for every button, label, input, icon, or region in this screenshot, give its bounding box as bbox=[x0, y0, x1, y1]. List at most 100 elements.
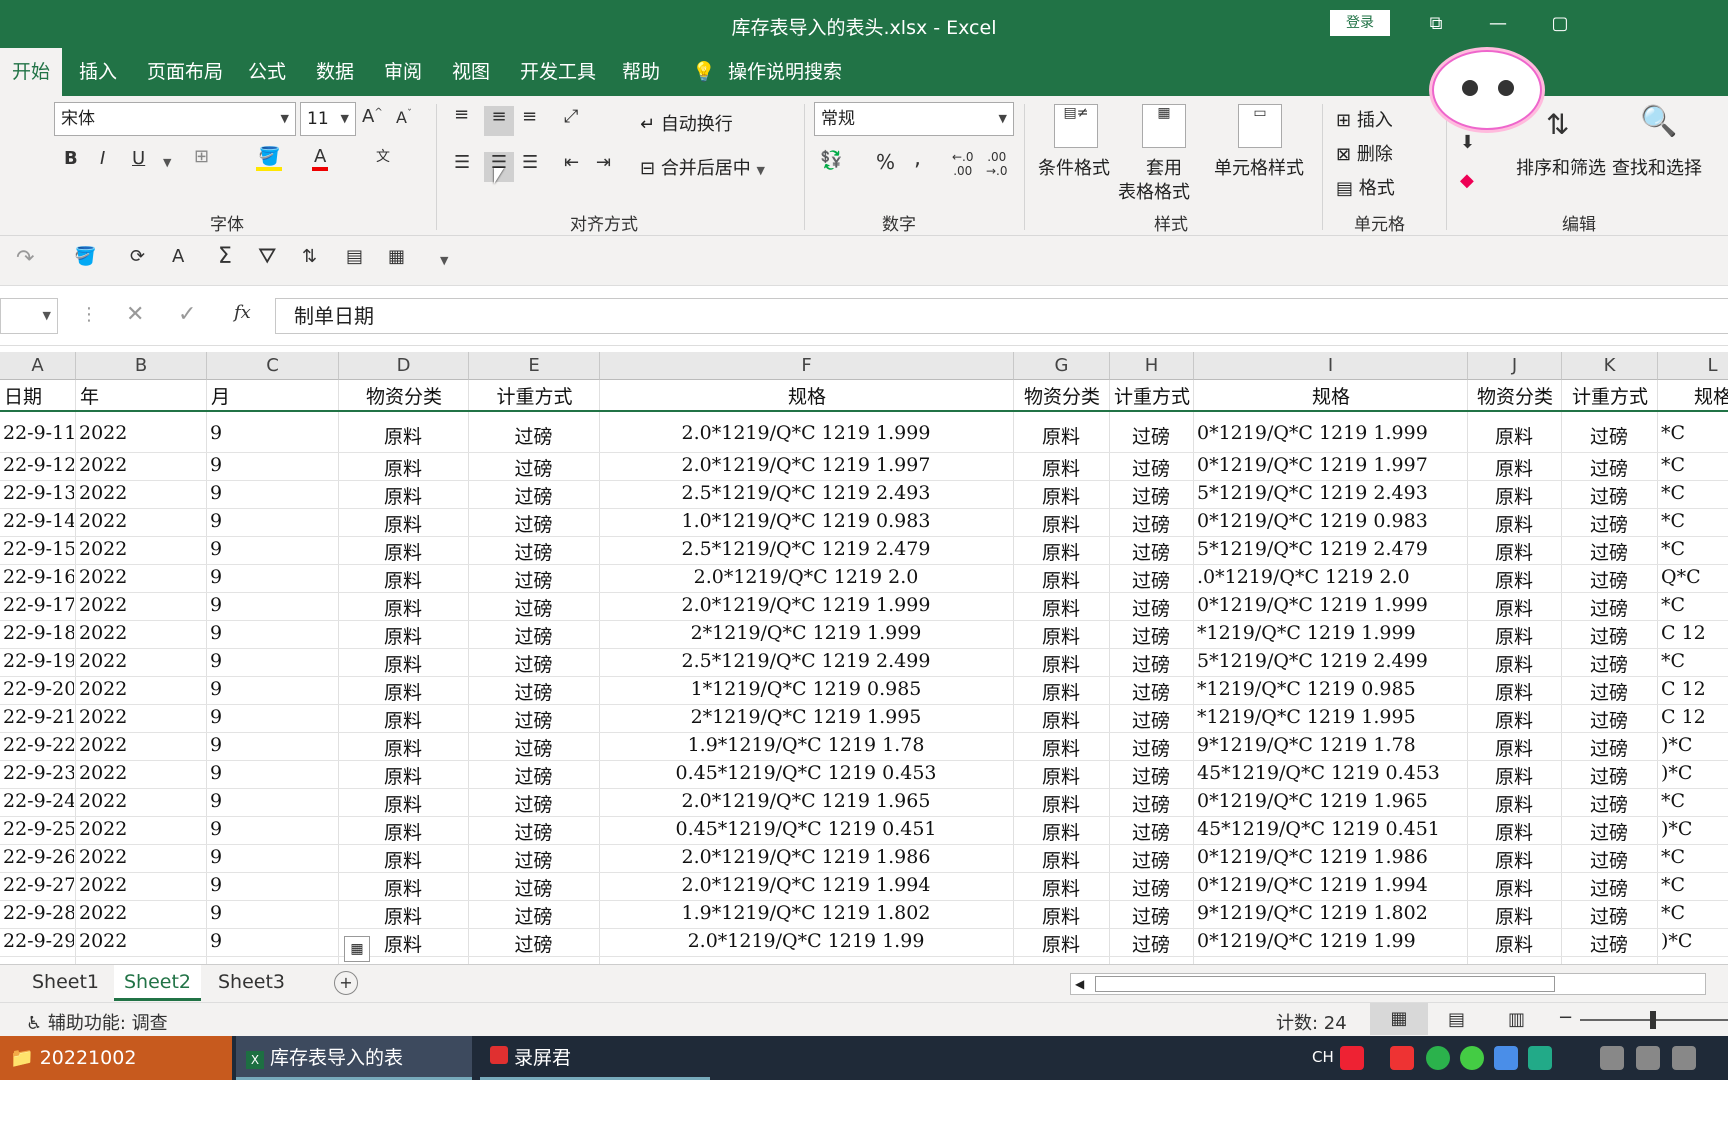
currency-icon[interactable]: 💱 bbox=[820, 150, 842, 171]
filter-icon[interactable]: ⛛ bbox=[258, 244, 276, 269]
cell-b-8[interactable]: 2022 bbox=[76, 622, 205, 646]
cell-k-8[interactable]: 过磅 bbox=[1562, 622, 1656, 646]
cell-a-10[interactable]: 22-9-20 bbox=[0, 678, 74, 702]
cell-k-7[interactable]: 过磅 bbox=[1562, 594, 1656, 618]
find-select-icon[interactable]: 🔍 bbox=[1640, 104, 1677, 139]
minimize-icon[interactable]: — bbox=[1478, 10, 1518, 38]
cell-a-19[interactable]: 22-9-29 bbox=[0, 930, 74, 954]
cell-g-2[interactable]: 原料 bbox=[1014, 454, 1108, 478]
sheet-tab-3[interactable]: Sheet3 bbox=[208, 965, 295, 1001]
cell-h-19[interactable]: 过磅 bbox=[1110, 930, 1192, 954]
cell-j-3[interactable]: 原料 bbox=[1468, 482, 1560, 506]
cell-i-14[interactable]: 0*1219/Q*C 1219 1.965 bbox=[1194, 790, 1466, 814]
insert-function-icon[interactable]: fx bbox=[234, 302, 251, 323]
column-header-j[interactable]: J bbox=[1468, 352, 1562, 380]
cell-k-18[interactable]: 过磅 bbox=[1562, 902, 1656, 926]
cell-d-9[interactable]: 原料 bbox=[339, 650, 467, 674]
tab-home[interactable]: 开始 bbox=[0, 48, 63, 96]
cell-i-18[interactable]: 9*1219/Q*C 1219 1.802 bbox=[1194, 902, 1466, 926]
cell-j-19[interactable]: 原料 bbox=[1468, 930, 1560, 954]
cell-i-15[interactable]: 45*1219/Q*C 1219 0.451 bbox=[1194, 818, 1466, 842]
cell-k-2[interactable]: 过磅 bbox=[1562, 454, 1656, 478]
sogou-icon[interactable] bbox=[1340, 1046, 1364, 1070]
cell-e-10[interactable]: 过磅 bbox=[469, 678, 598, 702]
cell-l-9[interactable]: *C bbox=[1658, 650, 1728, 674]
cell-g-10[interactable]: 原料 bbox=[1014, 678, 1108, 702]
cell-l-14[interactable]: *C bbox=[1658, 790, 1728, 814]
cell-l-18[interactable]: *C bbox=[1658, 902, 1728, 926]
cell-b-14[interactable]: 2022 bbox=[76, 790, 205, 814]
column-header-e[interactable]: E bbox=[469, 352, 600, 380]
column-header-a[interactable]: A bbox=[0, 352, 76, 380]
normal-view-icon[interactable]: ▦ bbox=[1370, 1003, 1428, 1035]
header-cell-b[interactable]: 年 bbox=[76, 382, 207, 408]
cell-e-7[interactable]: 过磅 bbox=[469, 594, 598, 618]
cell-b-3[interactable]: 2022 bbox=[76, 482, 205, 506]
cell-d-16[interactable]: 原料 bbox=[339, 846, 467, 870]
decrease-font-icon[interactable]: Aˇ bbox=[396, 108, 412, 127]
cell-h-14[interactable]: 过磅 bbox=[1110, 790, 1192, 814]
cell-b-7[interactable]: 2022 bbox=[76, 594, 205, 618]
cell-c-12[interactable]: 9 bbox=[207, 734, 337, 758]
cell-c-19[interactable]: 9 bbox=[207, 930, 337, 954]
cell-l-5[interactable]: *C bbox=[1658, 538, 1728, 562]
cell-f-7[interactable]: 2.0*1219/Q*C 1219 1.999 bbox=[600, 594, 1012, 618]
increase-decimal-icon[interactable]: ←.0.00 bbox=[952, 150, 974, 178]
cell-j-12[interactable]: 原料 bbox=[1468, 734, 1560, 758]
cell-a-6[interactable]: 22-9-16 bbox=[0, 566, 74, 590]
decrease-indent-icon[interactable]: ⇤ bbox=[564, 152, 579, 173]
number-format-select[interactable]: 常规 ▼ bbox=[814, 102, 1014, 136]
column-header-b[interactable]: B bbox=[76, 352, 207, 380]
cell-f-12[interactable]: 1.9*1219/Q*C 1219 1.78 bbox=[600, 734, 1012, 758]
align-middle-icon[interactable]: ≡ bbox=[484, 106, 514, 136]
cell-l-6[interactable]: Q*C bbox=[1658, 566, 1728, 590]
header-cell-h[interactable]: 计重方式 bbox=[1110, 382, 1194, 408]
cell-a-14[interactable]: 22-9-24 bbox=[0, 790, 74, 814]
cell-e-13[interactable]: 过磅 bbox=[469, 762, 598, 786]
redo-icon[interactable]: ↷ bbox=[16, 246, 34, 271]
cell-e-16[interactable]: 过磅 bbox=[469, 846, 598, 870]
cell-c-1[interactable]: 9 bbox=[207, 422, 337, 446]
cell-c-5[interactable]: 9 bbox=[207, 538, 337, 562]
cell-k-15[interactable]: 过磅 bbox=[1562, 818, 1656, 842]
autosum-icon[interactable]: ⬇ bbox=[1460, 132, 1475, 153]
cell-e-1[interactable]: 过磅 bbox=[469, 422, 598, 446]
cell-f-5[interactable]: 2.5*1219/Q*C 1219 2.479 bbox=[600, 538, 1012, 562]
cell-e-15[interactable]: 过磅 bbox=[469, 818, 598, 842]
cell-b-10[interactable]: 2022 bbox=[76, 678, 205, 702]
font-size-select[interactable]: 11 ▼ bbox=[300, 102, 356, 136]
cell-l-12[interactable]: )*C bbox=[1658, 734, 1728, 758]
header-cell-f[interactable]: 规格 bbox=[600, 382, 1014, 408]
cell-c-15[interactable]: 9 bbox=[207, 818, 337, 842]
cell-e-9[interactable]: 过磅 bbox=[469, 650, 598, 674]
cell-a-5[interactable]: 22-9-15 bbox=[0, 538, 74, 562]
cell-b-17[interactable]: 2022 bbox=[76, 874, 205, 898]
find-select-button[interactable]: 查找和选择 bbox=[1612, 154, 1702, 180]
cell-c-16[interactable]: 9 bbox=[207, 846, 337, 870]
cell-b-4[interactable]: 2022 bbox=[76, 510, 205, 534]
cell-f-19[interactable]: 2.0*1219/Q*C 1219 1.99 bbox=[600, 930, 1012, 954]
cell-c-8[interactable]: 9 bbox=[207, 622, 337, 646]
cell-e-4[interactable]: 过磅 bbox=[469, 510, 598, 534]
header-cell-a[interactable]: 日期 bbox=[0, 382, 76, 408]
phonetic-icon[interactable]: 文 bbox=[376, 146, 390, 166]
cell-d-5[interactable]: 原料 bbox=[339, 538, 467, 562]
cell-h-17[interactable]: 过磅 bbox=[1110, 874, 1192, 898]
cell-b-12[interactable]: 2022 bbox=[76, 734, 205, 758]
cell-g-17[interactable]: 原料 bbox=[1014, 874, 1108, 898]
cell-i-9[interactable]: 5*1219/Q*C 1219 2.499 bbox=[1194, 650, 1466, 674]
cell-e-14[interactable]: 过磅 bbox=[469, 790, 598, 814]
cell-h-11[interactable]: 过磅 bbox=[1110, 706, 1192, 730]
cell-f-4[interactable]: 1.0*1219/Q*C 1219 0.983 bbox=[600, 510, 1012, 534]
cell-i-11[interactable]: *1219/Q*C 1219 1.995 bbox=[1194, 706, 1466, 730]
horizontal-scrollbar[interactable]: ◀ bbox=[1070, 973, 1706, 995]
header-cell-k[interactable]: 计重方式 bbox=[1562, 382, 1658, 408]
decrease-decimal-icon[interactable]: .00 →.0 bbox=[986, 150, 1008, 178]
shield-tray-icon[interactable] bbox=[1494, 1046, 1518, 1070]
cell-j-4[interactable]: 原料 bbox=[1468, 510, 1560, 534]
cell-h-9[interactable]: 过磅 bbox=[1110, 650, 1192, 674]
cell-h-13[interactable]: 过磅 bbox=[1110, 762, 1192, 786]
cell-b-18[interactable]: 2022 bbox=[76, 902, 205, 926]
header-cell-j[interactable]: 物资分类 bbox=[1468, 382, 1562, 408]
tab-developer[interactable]: 开发工具 bbox=[508, 48, 608, 96]
